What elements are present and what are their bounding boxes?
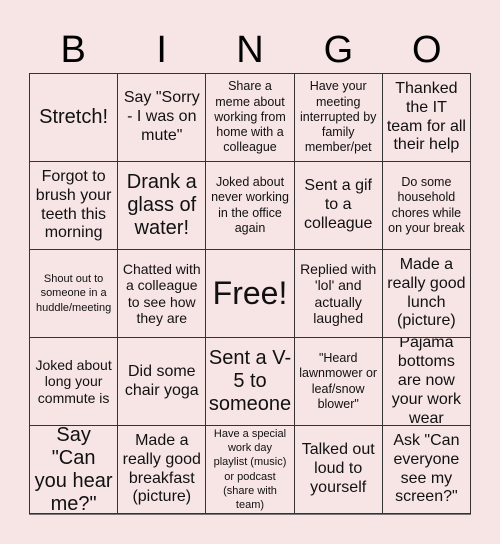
bingo-cell[interactable]: Ask "Can everyone see my screen?" [382, 426, 471, 514]
bingo-cell[interactable]: Joked about long your commute is [30, 338, 119, 426]
bingo-cell[interactable]: Did some chair yoga [118, 338, 207, 426]
header-letter-b: B [60, 29, 86, 71]
bingo-cell[interactable]: Chatted with a colleague to see how they… [118, 250, 207, 338]
bingo-board: Stretch! Say "Sorry - I was on mute" Sha… [29, 73, 471, 514]
bingo-header: B I N G O [29, 28, 471, 72]
bingo-cell[interactable]: Talked out loud to yourself [294, 426, 383, 514]
bingo-cell[interactable]: Shout out to someone in a huddle/meeting [30, 250, 119, 338]
bingo-cell[interactable]: Thanked the IT team for all their help [382, 74, 471, 162]
bingo-cell[interactable]: Made a really good lunch (picture) [382, 250, 471, 338]
bingo-cell[interactable]: Say "Can you hear me?" [30, 426, 119, 514]
header-letter-g: G [323, 29, 354, 71]
bingo-cell[interactable]: Replied with 'lol' and actually laughed [294, 250, 383, 338]
bingo-cell[interactable]: Drank a glass of water! [118, 162, 207, 250]
bingo-cell[interactable]: Have a special work day playlist (music)… [206, 426, 295, 514]
bingo-cell[interactable]: Forgot to brush your teeth this morning [30, 162, 119, 250]
header-letter-i: I [156, 29, 167, 71]
bingo-cell[interactable]: Made a really good breakfast (picture) [118, 426, 207, 514]
bingo-cell[interactable]: Share a meme about working from home wit… [206, 74, 295, 162]
bingo-cell[interactable]: Stretch! [30, 74, 119, 162]
header-letter-n: N [236, 29, 264, 71]
bingo-cell[interactable]: Have your meeting interrupted by family … [294, 74, 383, 162]
bingo-cell[interactable]: Say "Sorry - I was on mute" [118, 74, 207, 162]
bingo-cell-free[interactable]: Free! [206, 250, 295, 338]
bingo-cell[interactable]: "Heard lawnmower or leaf/snow blower" [294, 338, 383, 426]
header-letter-o: O [412, 29, 442, 71]
bingo-cell[interactable]: Sent a gif to a colleague [294, 162, 383, 250]
bingo-cell[interactable]: Do some household chores while on your b… [382, 162, 471, 250]
bingo-cell[interactable]: Joked about never working in the office … [206, 162, 295, 250]
bingo-cell[interactable]: Sent a V-5 to someone [206, 338, 295, 426]
bingo-cell[interactable]: Pajama bottoms are now your work wear [382, 338, 471, 426]
